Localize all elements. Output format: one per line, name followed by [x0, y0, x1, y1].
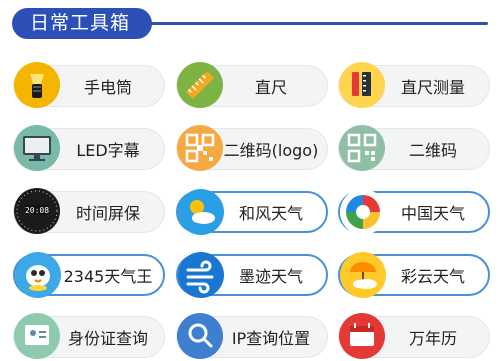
monitor-icon: [12, 123, 62, 173]
tool-label: 二维码: [408, 141, 457, 160]
tool-label: 和风天气: [238, 204, 303, 223]
tool-caiyun-weather[interactable]: 彩云天气: [338, 252, 490, 298]
bird-mascot-icon: [13, 250, 63, 300]
tool-led-subtitle[interactable]: LED字幕: [13, 125, 165, 171]
tool-perpetual-calendar[interactable]: 万年历: [338, 313, 490, 359]
ruler-measure-icon: [337, 60, 387, 110]
tool-qr-code[interactable]: 二维码: [338, 125, 490, 171]
tool-label: IP查询位置: [231, 329, 311, 348]
qr-logo-icon: [175, 123, 225, 173]
sun-cloud-icon: [176, 187, 226, 237]
qr-code-icon: [337, 123, 387, 173]
tool-flashlight[interactable]: 手电筒: [13, 62, 165, 108]
magnifier-icon: [175, 311, 225, 361]
tool-label: 2345天气王: [63, 267, 153, 286]
digital-clock-icon: 20:08: [12, 186, 62, 236]
svg-text:20:08: 20:08: [25, 206, 49, 215]
ruler-icon: [175, 60, 225, 110]
flashlight-icon: [12, 60, 62, 110]
colorful-swirl-icon: [338, 187, 388, 237]
tool-label: 墨迹天气: [238, 267, 303, 286]
tool-label: 直尺测量: [400, 78, 465, 97]
tool-label: 身份证查询: [67, 329, 148, 348]
tool-label: 手电筒: [83, 78, 132, 97]
tool-time-screensaver[interactable]: 20:08 时间屏保: [13, 188, 165, 234]
tool-hefeng-weather[interactable]: 和风天气: [176, 189, 328, 235]
tool-label: 时间屏保: [75, 204, 140, 223]
tool-label: 中国天气: [400, 204, 465, 223]
tool-grid: 手电筒 直尺 直尺测量 LED字幕 二维码(logo) 二维码 20:08 时间…: [0, 0, 500, 359]
id-card-icon: [12, 311, 62, 361]
umbrella-cloud-icon: [338, 250, 388, 300]
wind-icon: [176, 250, 226, 300]
tool-qr-logo[interactable]: 二维码(logo): [176, 125, 328, 171]
tool-moji-weather[interactable]: 墨迹天气: [176, 252, 328, 298]
tool-ruler[interactable]: 直尺: [176, 62, 328, 108]
tool-id-card-query[interactable]: 身份证查询: [13, 313, 165, 359]
tool-china-weather[interactable]: 中国天气: [338, 189, 490, 235]
calendar-icon: [337, 311, 387, 361]
tool-ip-location[interactable]: IP查询位置: [176, 313, 328, 359]
tool-label: LED字幕: [76, 141, 140, 160]
tool-ruler-measure[interactable]: 直尺测量: [338, 62, 490, 108]
tool-2345-weather[interactable]: 2345天气王: [13, 252, 165, 298]
tool-label: 直尺: [254, 78, 287, 97]
tool-label: 万年历: [408, 329, 457, 348]
tool-label: 二维码(logo): [223, 141, 319, 160]
tool-label: 彩云天气: [400, 267, 465, 286]
